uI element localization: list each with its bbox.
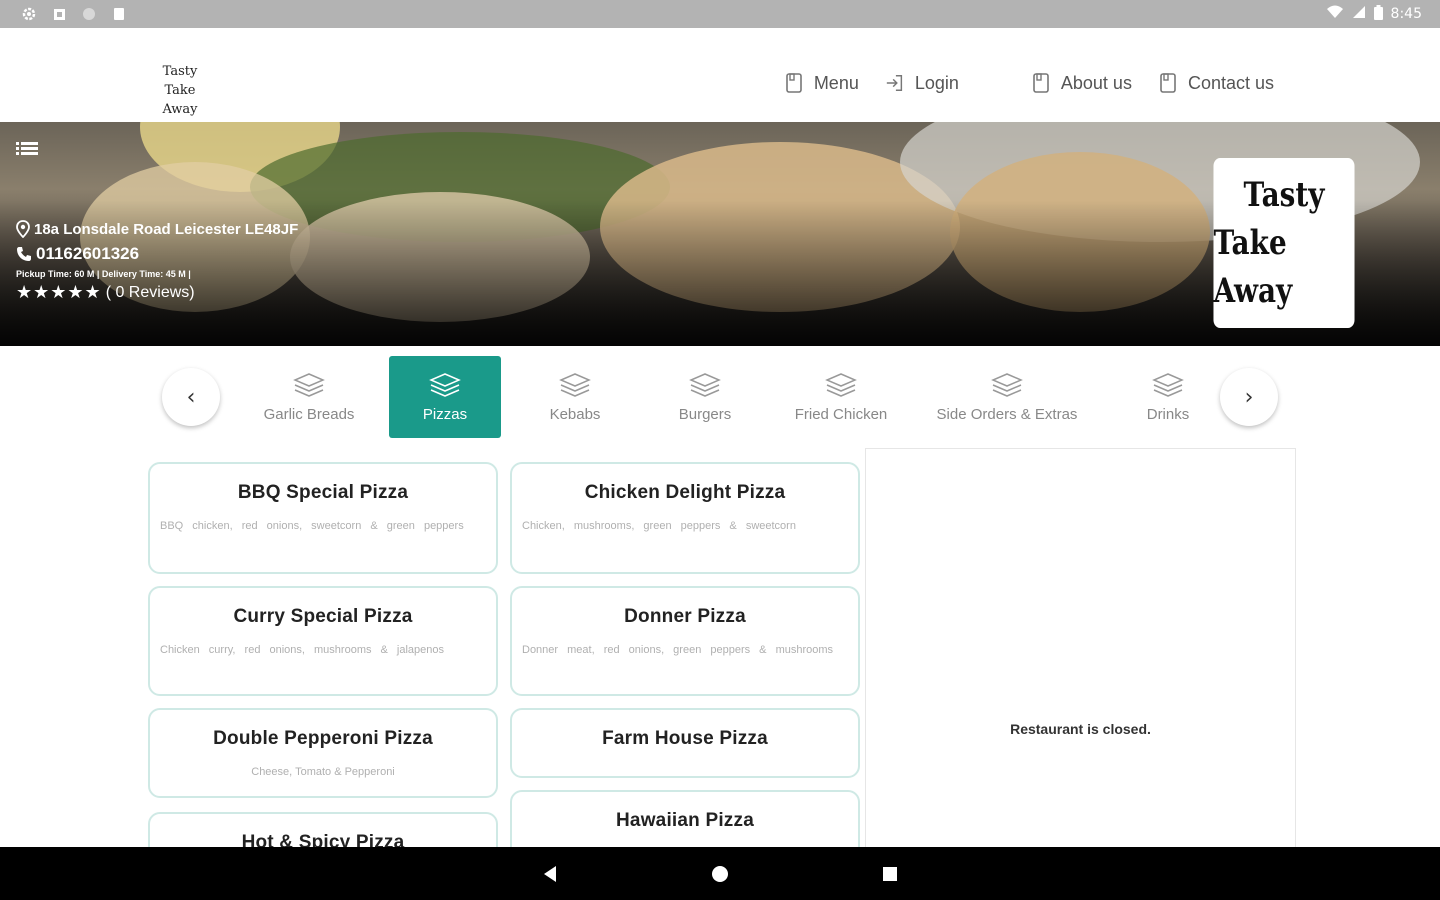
logo-line-1: Tasty [162, 64, 198, 79]
menu-item-title: Donner Pizza [624, 606, 746, 627]
address-text: 18a Lonsdale Road Leicester LE48JF [34, 220, 299, 238]
main-nav: Menu Login About us Contact us [784, 72, 1274, 94]
cart-panel: Restaurant is closed. [865, 448, 1296, 868]
list-menu-icon[interactable] [16, 140, 38, 156]
category-side-orders[interactable]: Side Orders & Extras [920, 356, 1094, 438]
menu-item-description: Chicken curry, red onions, mushrooms & j… [160, 644, 445, 656]
layers-icon [991, 372, 1023, 397]
nav-menu[interactable]: Menu [784, 72, 859, 94]
status-bar: 8:45 [0, 0, 1440, 28]
restaurant-logo-card: Tasty Take Away [1213, 158, 1355, 328]
nav-login[interactable]: Login [885, 72, 959, 94]
recents-button[interactable] [880, 864, 900, 884]
category-label: Garlic Breads [263, 405, 355, 423]
recents-square-icon [883, 866, 897, 881]
restaurant-info: 18a Lonsdale Road Leicester LE48JF 01162… [16, 220, 298, 303]
menu-item-description: Cheese, Tomato & Pepperoni [251, 766, 395, 778]
reviews-count: ( 0 Reviews) [105, 283, 195, 301]
login-icon [886, 75, 902, 91]
wifi-icon [1326, 5, 1344, 23]
category-garlic-breads[interactable]: Garlic Breads [250, 356, 368, 438]
home-button[interactable] [710, 864, 730, 884]
menu-item-description: Donner meat, red onions, green peppers &… [522, 644, 834, 656]
chevron-right-icon: › [1244, 384, 1254, 410]
phone-icon [17, 247, 31, 261]
menu-item-description: BBQ chicken, red onions, sweetcorn & gre… [160, 520, 464, 532]
chevron-left-icon: ‹ [186, 384, 196, 410]
battery-icon [1373, 4, 1383, 24]
document-icon [1033, 73, 1049, 93]
hero-banner: 18a Lonsdale Road Leicester LE48JF 01162… [0, 122, 1440, 346]
menu-item-title: Hawaiian Pizza [616, 810, 754, 831]
category-label: Burgers [678, 405, 732, 423]
phone-text: 01162601326 [36, 244, 140, 263]
carousel-next-button[interactable]: › [1220, 368, 1278, 426]
menu-item-card[interactable]: Farm House Pizza [510, 708, 860, 778]
layers-icon [293, 372, 325, 397]
category-label: Kebabs [549, 405, 601, 423]
logo[interactable]: Tasty Take Away [150, 62, 210, 119]
layers-icon [825, 372, 857, 397]
logo-card-line-1: Tasty [1243, 175, 1325, 215]
category-label: Fried Chicken [794, 405, 888, 423]
calendar-icon [52, 7, 66, 21]
category-label: Drinks [1146, 405, 1190, 423]
menu-item-card[interactable]: Curry Special Pizza Chicken curry, red o… [148, 586, 498, 696]
logo-line-2: Take Away [162, 83, 198, 117]
clock: 8:45 [1390, 6, 1422, 22]
category-fried-chicken[interactable]: Fried Chicken [782, 356, 900, 438]
nav-contact-label: Contact us [1187, 72, 1274, 93]
location-pin-icon [16, 220, 30, 238]
menu-item-card[interactable]: Double Pepperoni Pizza Cheese, Tomato & … [148, 708, 498, 798]
pickup-delivery-times: Pickup Time: 60 M | Delivery Time: 45 M … [16, 269, 191, 279]
layers-icon [429, 372, 461, 397]
menu-item-title: Curry Special Pizza [233, 606, 413, 627]
nav-about-label: About us [1060, 72, 1132, 93]
nav-contact[interactable]: Contact us [1158, 72, 1274, 94]
document-icon [786, 73, 802, 93]
layers-icon [559, 372, 591, 397]
category-pizzas[interactable]: Pizzas [389, 356, 501, 438]
menu-item-card[interactable]: Donner Pizza Donner meat, red onions, gr… [510, 586, 860, 696]
nav-login-label: Login [914, 72, 959, 93]
system-nav-bar [0, 847, 1440, 900]
menu-item-title: Farm House Pizza [602, 728, 768, 749]
star-rating: ★★★★★ [16, 282, 102, 302]
rating-row[interactable]: ★★★★★ ( 0 Reviews) [16, 282, 298, 303]
nav-about[interactable]: About us [1031, 72, 1132, 94]
signal-icon [1352, 5, 1366, 23]
category-burgers[interactable]: Burgers [658, 356, 752, 438]
circle-icon [82, 7, 96, 21]
clipboard-icon [112, 7, 126, 21]
status-icons-right: 8:45 [1326, 4, 1422, 24]
home-circle-icon [712, 865, 728, 882]
menu-item-card[interactable]: BBQ Special Pizza BBQ chicken, red onion… [148, 462, 498, 574]
address-row: 18a Lonsdale Road Leicester LE48JF [16, 220, 298, 238]
category-label: Pizzas [422, 405, 468, 423]
settings-icon [22, 7, 36, 21]
category-drinks[interactable]: Drinks [1130, 356, 1206, 438]
layers-icon [1152, 372, 1184, 397]
layers-icon [689, 372, 721, 397]
carousel-prev-button[interactable]: ‹ [162, 368, 220, 426]
status-icons-left [22, 7, 126, 21]
menu-item-title: Double Pepperoni Pizza [213, 728, 433, 749]
category-carousel: ‹ Garlic Breads Pizzas Kebabs Burgers Fr… [0, 346, 1440, 450]
menu-item-card[interactable]: Chicken Delight Pizza Chicken, mushrooms… [510, 462, 860, 574]
menu-item-title: Chicken Delight Pizza [584, 482, 786, 503]
document-icon [1160, 73, 1176, 93]
logo-card-line-2: Take Away [1213, 223, 1293, 311]
menu-item-title: BBQ Special Pizza [237, 482, 409, 503]
site-header: Tasty Take Away Menu Login About us Cont… [0, 28, 1440, 122]
restaurant-closed-message: Restaurant is closed. [1010, 721, 1151, 737]
back-button[interactable] [540, 864, 560, 884]
nav-menu-label: Menu [813, 72, 859, 93]
back-triangle-icon [544, 865, 556, 882]
category-label: Side Orders & Extras [936, 405, 1078, 423]
menu-item-description: Chicken, mushrooms, green peppers & swee… [522, 520, 796, 532]
phone-row[interactable]: 01162601326 [16, 244, 298, 264]
category-kebabs[interactable]: Kebabs [528, 356, 622, 438]
